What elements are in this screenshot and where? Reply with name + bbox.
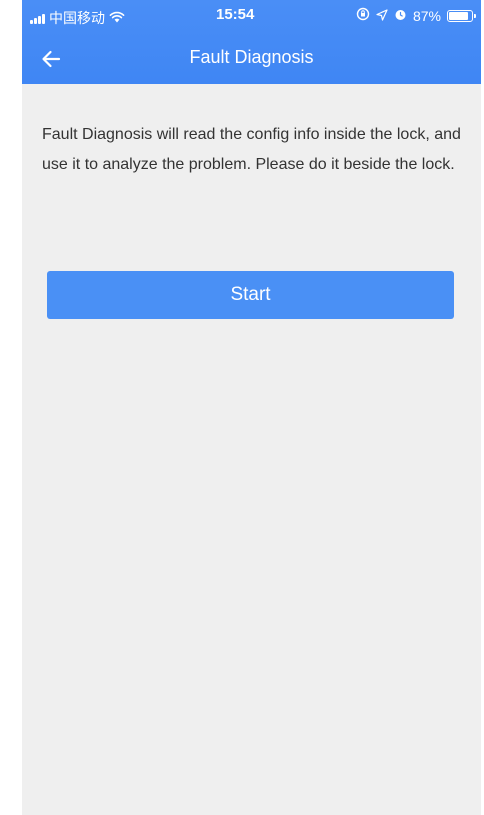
- battery-fill: [449, 11, 468, 20]
- app-header: 中国移动 15:54 87% Fault Diagnosis: [22, 0, 481, 84]
- battery-icon: [447, 9, 476, 22]
- status-left: 中国移动: [30, 8, 125, 28]
- app-screen: 中国移动 15:54 87% Fault Diagnosis Fault Dia…: [22, 0, 481, 815]
- battery-percent: 87%: [412, 7, 441, 24]
- lock-rotation-icon: [356, 7, 370, 24]
- alarm-icon: [394, 8, 407, 24]
- page-title: Fault Diagnosis: [189, 47, 314, 67]
- status-bar: 中国移动 15:54 87%: [22, 0, 481, 34]
- nav-bar: Fault Diagnosis: [22, 34, 481, 84]
- signal-icon: [30, 13, 45, 24]
- description-text: Fault Diagnosis will read the config inf…: [42, 126, 461, 173]
- status-time: 15:54: [216, 6, 255, 23]
- start-button[interactable]: Start: [47, 271, 454, 319]
- wifi-icon: [109, 10, 125, 26]
- location-icon: [376, 8, 388, 24]
- carrier-name: 中国移动: [49, 10, 105, 26]
- status-right: 87%: [356, 7, 476, 24]
